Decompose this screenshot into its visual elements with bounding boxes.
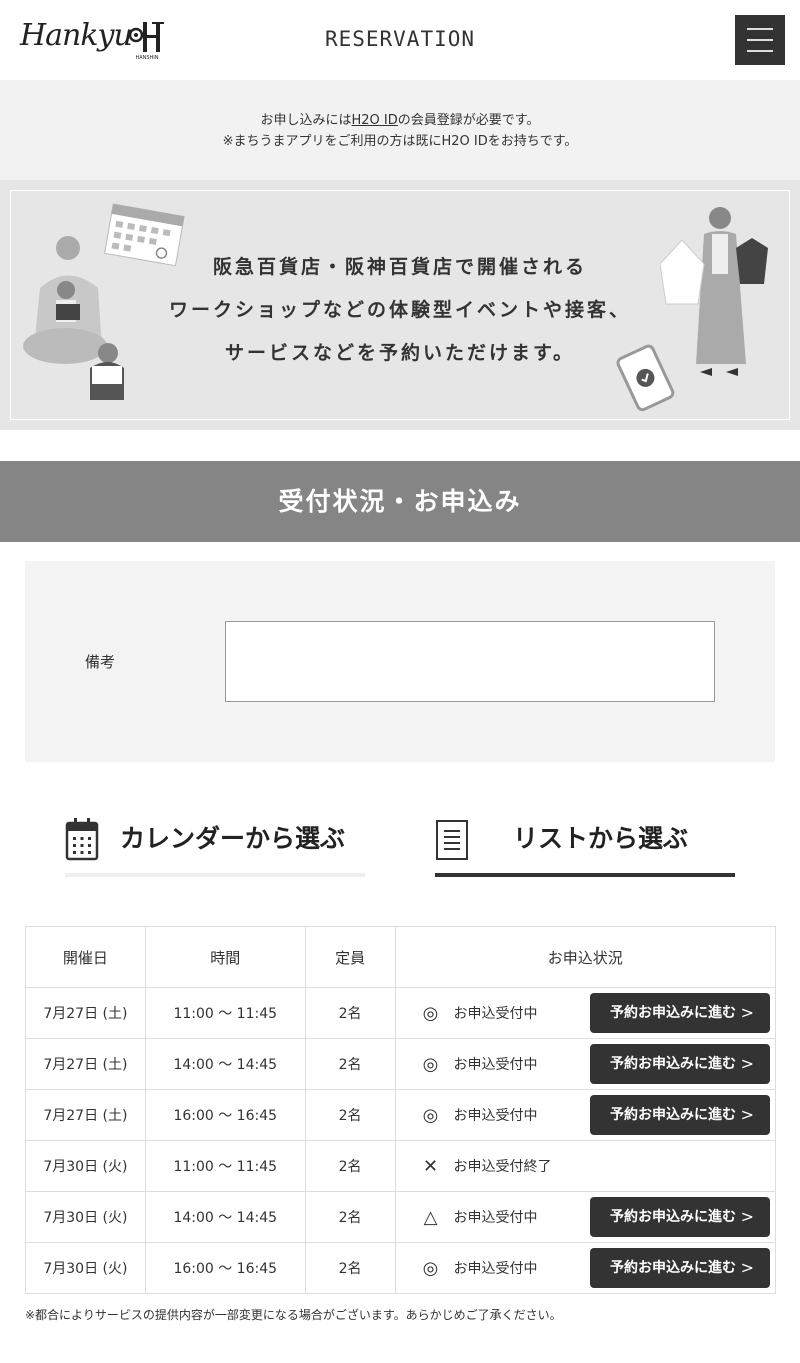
row-date: 7月30日 (火) (25, 1191, 146, 1243)
tab-list[interactable]: リストから選ぶ (435, 805, 735, 877)
table-header-row: 開催日 時間 定員 お申込状況 (25, 926, 777, 988)
apply-button[interactable]: 予約お申込みに進む > (590, 1197, 770, 1237)
chevron-right-icon: > (740, 1054, 754, 1073)
header-capacity: 定員 (304, 926, 396, 988)
status-text: お申込受付終了 (453, 1159, 552, 1175)
tab-calendar-label: カレンダーから選ぶ (120, 824, 346, 853)
row-capacity: 2名 (304, 1191, 396, 1243)
remarks-form: 備考 (25, 561, 775, 762)
svg-text:HANSHIN: HANSHIN (135, 55, 158, 60)
apply-button[interactable]: 予約お申込みに進む > (590, 1095, 770, 1135)
table-row: 7月27日 (土) 14:00 ～ 14:45 2名 ◎ お申込受付中 予約お申込… (25, 1038, 777, 1090)
table-row: 7月27日 (土) 16:00 ～ 16:45 2名 ◎ お申込受付中 予約お申込… (25, 1089, 777, 1141)
row-status-cell: ◎ お申込受付中 予約お申込みに進む > (394, 1038, 777, 1090)
row-capacity: 2名 (304, 1038, 396, 1090)
row-time: 11:00 ～ 11:45 (144, 1140, 306, 1192)
header-status: お申込状況 (394, 926, 777, 988)
chevron-right-icon: > (740, 1003, 754, 1022)
row-capacity: 2名 (304, 1140, 396, 1192)
apply-button-label: 予約お申込みに進む (610, 1209, 736, 1225)
tab-list-label: リストから選ぶ (513, 824, 689, 853)
chevron-right-icon: > (740, 1207, 754, 1226)
table-row: 7月30日 (火) 14:00 ～ 14:45 2名 △ お申込受付中 予約お申込… (25, 1191, 777, 1243)
row-date: 7月27日 (土) (25, 1089, 146, 1141)
row-date: 7月27日 (土) (25, 987, 146, 1039)
status-text: お申込受付中 (453, 1261, 538, 1277)
site-header: Hankyu HANSHIN RESERVATION (0, 0, 800, 80)
row-status-cell: ✕ お申込受付終了 (394, 1140, 777, 1192)
section-title: 受付状況・お申込み (0, 461, 800, 542)
row-time: 14:00 ～ 14:45 (144, 1191, 306, 1243)
availability-mark-icon: ◎ (422, 1257, 439, 1279)
menu-icon-bar (747, 28, 773, 30)
row-status-cell: △ お申込受付中 予約お申込みに進む > (394, 1191, 777, 1243)
availability-mark-icon: ◎ (422, 1053, 439, 1075)
hero-line: サービスなどを予約いただけます。 (224, 342, 576, 364)
page-header-title: RESERVATION (324, 27, 476, 51)
status-text: お申込受付中 (453, 1006, 538, 1022)
apply-button[interactable]: 予約お申込みに進む > (590, 1044, 770, 1084)
header-date: 開催日 (25, 926, 146, 988)
chevron-right-icon: > (740, 1105, 754, 1124)
row-time: 16:00 ～ 16:45 (144, 1242, 306, 1294)
status-text: お申込受付中 (453, 1057, 538, 1073)
status-text: お申込受付中 (453, 1210, 538, 1226)
hero-banner: 阪急百貨店・阪神百貨店で開催される ワークショップなどの体験型イベントや接客、 … (0, 180, 800, 430)
apply-button-label: 予約お申込みに進む (610, 1056, 736, 1072)
status-text: お申込受付中 (453, 1108, 538, 1124)
apply-button[interactable]: 予約お申込みに進む > (590, 993, 770, 1033)
row-date: 7月27日 (土) (25, 1038, 146, 1090)
availability-mark-icon: ◎ (422, 1002, 439, 1024)
h2o-id-link[interactable]: H2O ID (352, 113, 398, 128)
apply-button[interactable]: 予約お申込みに進む > (590, 1248, 770, 1288)
notice-app-text: ※まちうまアプリをご利用の方は既にH2O IDをお持ちです。 (222, 134, 578, 149)
list-document-icon (436, 820, 468, 860)
hero-line: 阪急百貨店・阪神百貨店で開催される (212, 256, 587, 278)
table-row: 7月27日 (土) 11:00 ～ 11:45 2名 ◎ お申込受付中 予約お申込… (25, 987, 777, 1039)
header-time: 時間 (144, 926, 306, 988)
row-time: 11:00 ～ 11:45 (144, 987, 306, 1039)
schedule-table: 開催日 時間 定員 お申込状況 7月27日 (土) 11:00 ～ 11:45 … (25, 926, 777, 1294)
service-change-footnote: ※都合によりサービスの提供内容が一部変更になる場合がございます。あらかじめご了承… (25, 1308, 562, 1322)
remarks-label: 備考 (85, 653, 116, 671)
row-time: 14:00 ～ 14:45 (144, 1038, 306, 1090)
row-status-cell: ◎ お申込受付中 予約お申込みに進む > (394, 1089, 777, 1141)
row-status-cell: ◎ お申込受付中 予約お申込みに進む > (394, 1242, 777, 1294)
menu-icon-bar (747, 39, 773, 41)
calendar-icon (65, 818, 99, 861)
hero-line: ワークショップなどの体験型イベントや接客、 (168, 299, 631, 321)
hamburger-menu-button[interactable] (735, 15, 785, 65)
apply-button-label: 予約お申込みに進む (610, 1005, 736, 1021)
remarks-textarea[interactable] (225, 621, 715, 702)
row-capacity: 2名 (304, 1242, 396, 1294)
table-row: 7月30日 (火) 11:00 ～ 11:45 2名 ✕ お申込受付終了 (25, 1140, 777, 1192)
closed-mark-icon: ✕ (422, 1155, 439, 1177)
row-status-cell: ◎ お申込受付中 予約お申込みに進む > (394, 987, 777, 1039)
apply-button-label: 予約お申込みに進む (610, 1260, 736, 1276)
apply-button-label: 予約お申込みに進む (610, 1107, 736, 1123)
tab-calendar[interactable]: カレンダーから選ぶ (65, 805, 365, 877)
chevron-right-icon: > (740, 1258, 754, 1277)
notice-text: の会員登録が必要です。 (397, 113, 540, 128)
registration-notice: お申し込みにはH2O IDの会員登録が必要です。 ※まちうまアプリをご利用の方は… (0, 80, 800, 180)
availability-mark-icon: ◎ (422, 1104, 439, 1126)
row-date: 7月30日 (火) (25, 1242, 146, 1294)
menu-icon-bar (747, 50, 773, 52)
notice-text: お申し込みには (260, 113, 352, 128)
row-time: 16:00 ～ 16:45 (144, 1089, 306, 1141)
row-capacity: 2名 (304, 1089, 396, 1141)
limited-mark-icon: △ (423, 1206, 438, 1228)
row-capacity: 2名 (304, 987, 396, 1039)
row-date: 7月30日 (火) (25, 1140, 146, 1192)
table-row: 7月30日 (火) 16:00 ～ 16:45 2名 ◎ お申込受付中 予約お申込… (25, 1242, 777, 1294)
